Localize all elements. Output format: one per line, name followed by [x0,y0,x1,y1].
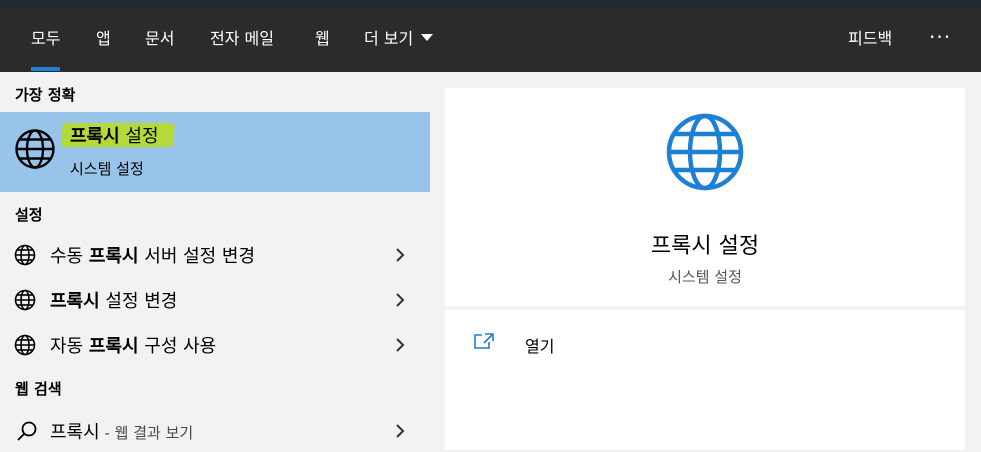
globe-icon [14,244,36,266]
chevron-right-icon[interactable] [394,247,406,263]
web-search-hint: - 웹 결과 보기 [99,424,194,442]
tab-web[interactable]: 웹 [315,8,330,72]
tab-apps-label: 앱 [96,29,111,48]
tab-more[interactable]: 더 보기 [364,8,434,72]
tab-apps[interactable]: 앱 [96,8,111,72]
label-prefix: 자동 [50,336,89,357]
settings-result-label: 자동 프록시 구성 사용 [50,332,216,358]
tab-documents-label: 문서 [145,29,175,48]
preview-card: 프록시 설정 시스템 설정 [445,88,965,306]
globe-icon [15,129,55,169]
web-search-label: 프록시 - 웹 결과 보기 [50,418,193,444]
section-settings: 설정 [15,206,43,224]
open-label: 열기 [525,337,555,356]
label-match: 프록시 [50,291,100,312]
settings-result-item[interactable]: 수동 프록시 서버 설정 변경 [0,232,430,276]
tab-all[interactable]: 모두 [31,8,61,72]
label-prefix: 수동 [50,246,89,267]
best-match-title: 프록시 설정 [70,122,159,148]
chevron-right-icon[interactable] [394,337,406,353]
caret-down-icon [421,34,434,41]
section-web-search: 웹 검색 [15,380,62,398]
preview-subtitle: 시스템 설정 [668,268,742,286]
tab-all-label: 모두 [31,29,61,48]
web-search-query: 프록시 [50,422,100,443]
tab-email[interactable]: 전자 메일 [210,8,274,72]
feedback-label: 피드백 [848,29,893,48]
label-suffix: 설정 변경 [99,291,178,312]
best-match-title-bold: 프록시 [70,126,120,147]
settings-result-label: 수동 프록시 서버 설정 변경 [50,242,255,268]
label-match: 프록시 [88,246,139,267]
best-match-subtitle: 시스템 설정 [70,160,144,178]
settings-result-item[interactable]: 프록시 설정 변경 [0,277,430,321]
section-best-match: 가장 정확 [15,86,76,104]
feedback-button[interactable]: 피드백 [848,8,892,72]
globe-icon [666,113,744,191]
tab-email-label: 전자 메일 [210,29,274,48]
search-filter-bar: 모두 앱 문서 전자 메일 웹 더 보기 피드백 ··· [0,8,981,72]
settings-result-item[interactable]: 자동 프록시 구성 사용 [0,322,430,366]
globe-icon [14,289,36,311]
tab-more-label: 더 보기 [364,29,414,48]
settings-result-label: 프록시 설정 변경 [50,287,177,313]
label-suffix: 서버 설정 변경 [138,246,256,267]
chevron-right-icon[interactable] [394,292,406,308]
results-pane: 가장 정확 프록시 설정 시스템 설정 설정 수동 프록시 서버 설정 변경 프… [0,72,430,450]
more-options-button[interactable]: ··· [929,8,951,72]
best-match-title-rest: 설정 [119,126,159,147]
tab-documents[interactable]: 문서 [145,8,174,72]
label-match: 프록시 [88,336,139,357]
web-search-item[interactable]: 프록시 - 웹 결과 보기 [0,408,430,452]
label-suffix: 구성 사용 [138,336,217,357]
preview-pane: 프록시 설정 시스템 설정 열기 [430,72,981,450]
preview-actions: 열기 [445,310,965,450]
ellipsis-icon: ··· [929,25,952,49]
preview-title: 프록시 설정 [650,234,760,259]
open-external-icon [474,333,494,349]
search-icon [17,421,37,441]
tab-web-label: 웹 [315,29,330,48]
best-match-item[interactable]: 프록시 설정 시스템 설정 [0,112,430,192]
chevron-right-icon[interactable] [394,423,406,439]
globe-icon [14,334,36,356]
window-top-strip [0,0,981,8]
